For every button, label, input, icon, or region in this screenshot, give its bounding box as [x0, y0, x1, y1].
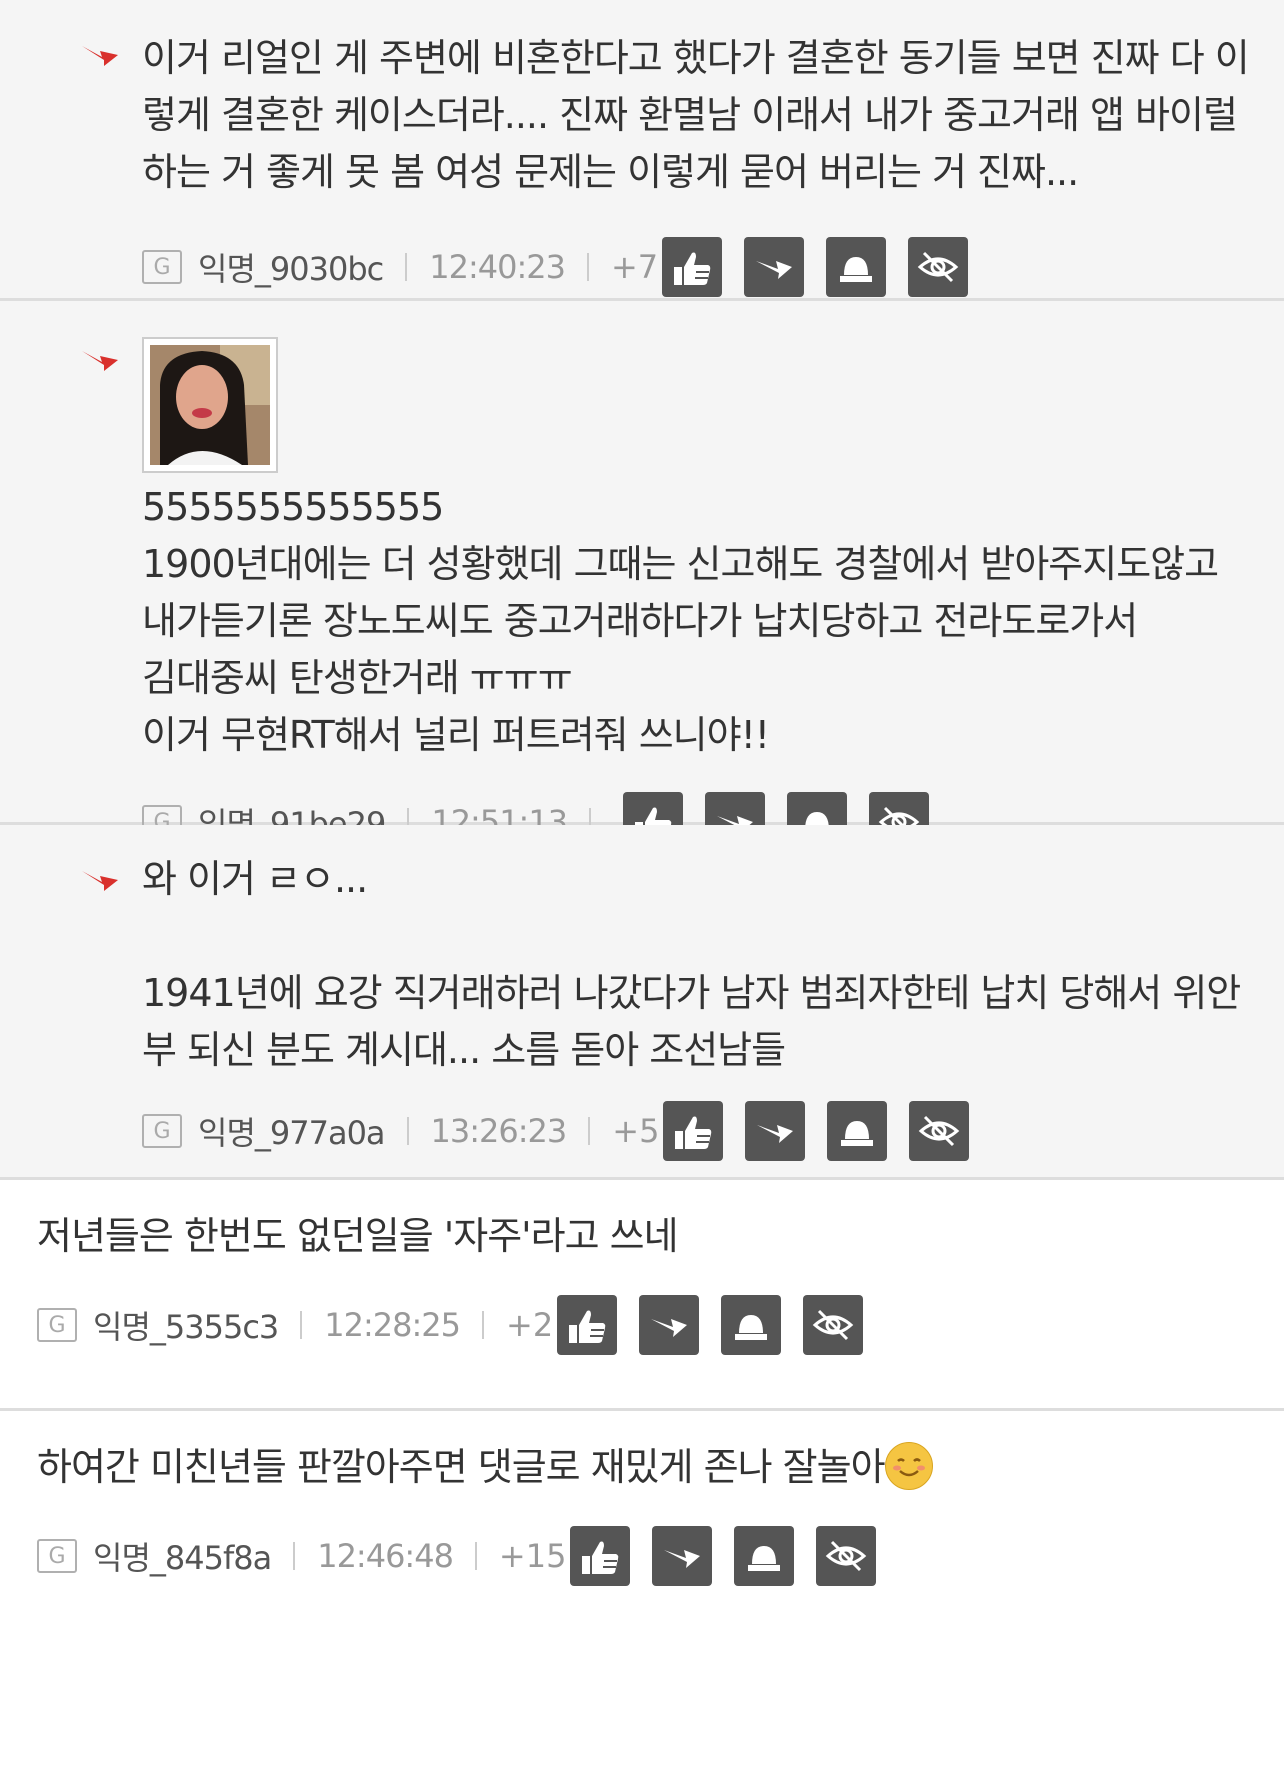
guest-badge: G — [37, 1539, 77, 1573]
comment-text: 저년들은 한번도 없던일을 '자주'라고 쓰네 — [37, 1214, 679, 1258]
hide-button[interactable] — [803, 1295, 864, 1355]
reply-arrow-icon — [82, 871, 118, 891]
like-count: +2 — [506, 1306, 554, 1344]
share-button[interactable] — [745, 1101, 806, 1161]
share-arrow-icon — [756, 261, 793, 279]
comment-text: 와 이거 ㄹㅇ... 1941년에 요강 직거래하러 나갔다가 남자 범죄자한테… — [142, 857, 1241, 1072]
comment-text: 이거 리얼인 게 주변에 비혼한다고 했다가 결혼한 동기들 보면 진짜 다 이… — [142, 36, 1250, 194]
divider — [406, 1117, 409, 1145]
report-button[interactable] — [826, 237, 887, 297]
comment-text-content: 하여간 미친년들 판깔아주면 댓글로 재밌게 존나 잘놀아 — [37, 1445, 886, 1489]
author-name[interactable]: 익명_9030bc — [198, 244, 384, 290]
divider — [405, 253, 408, 281]
comment-item: 저년들은 한번도 없던일을 '자주'라고 쓰네 G 익명_5355c3 12:2… — [0, 1180, 1284, 1411]
hide-button[interactable] — [816, 1526, 877, 1586]
like-button[interactable] — [662, 237, 723, 297]
comment-time: 12:46:48 — [317, 1537, 454, 1575]
comment-time: 12:28:25 — [324, 1306, 461, 1344]
author-name[interactable]: 익명_977a0a — [198, 1108, 386, 1154]
like-button[interactable] — [663, 1101, 724, 1161]
comment-meta: G 익명_845f8a 12:46:48 +15 — [37, 1526, 1284, 1586]
reply-arrow-icon — [82, 351, 118, 371]
comment-time: 13:26:23 — [430, 1112, 568, 1150]
comment-item: 이거 리얼인 게 주변에 비혼한다고 했다가 결혼한 동기들 보면 진짜 다 이… — [0, 0, 1284, 301]
divider — [482, 1311, 484, 1339]
comment-item: 5555555555555 1900년대에는 더 성황했데 그때는 신고해도 경… — [0, 301, 1284, 852]
comment-meta: G 익명_977a0a 13:26:23 +5 — [142, 1101, 1284, 1161]
comment-meta: G 익명_5355c3 12:28:25 +2 — [37, 1295, 1284, 1355]
divider — [300, 1311, 303, 1339]
guest-badge: G — [142, 250, 182, 284]
share-arrow-icon — [757, 1125, 794, 1143]
comment-item: 하여간 미친년들 판깔아주면 댓글로 재밌게 존나 잘놀아 G 익명_845f8… — [0, 1411, 1284, 1787]
thumbs-up-icon — [582, 1541, 619, 1574]
siren-icon — [735, 1315, 768, 1340]
comment-item: 와 이거 ㄹㅇ... 1941년에 요강 직거래하러 나갔다가 남자 범죄자한테… — [0, 825, 1284, 1180]
thumbs-up-icon — [569, 1310, 606, 1343]
like-count: +15 — [498, 1537, 567, 1575]
thumbs-up-icon — [674, 252, 711, 285]
share-arrow-icon — [664, 1550, 701, 1568]
report-button[interactable] — [827, 1101, 888, 1161]
share-button[interactable] — [652, 1526, 713, 1586]
divider — [586, 253, 589, 281]
siren-icon — [748, 1546, 781, 1571]
share-button[interactable] — [639, 1295, 700, 1355]
attached-image[interactable] — [142, 337, 278, 473]
comment-text: 5555555555555 1900년대에는 더 성황했데 그때는 신고해도 경… — [142, 485, 1219, 757]
eye-slash-icon — [919, 1115, 960, 1147]
like-button[interactable] — [557, 1295, 618, 1355]
guest-badge: G — [37, 1308, 77, 1342]
siren-icon — [840, 257, 873, 282]
comment-text: 하여간 미친년들 판깔아주면 댓글로 재밌게 존나 잘놀아 — [37, 1439, 1254, 1496]
hide-button[interactable] — [908, 237, 969, 297]
smiling-face-emoji — [884, 1441, 933, 1490]
eye-slash-icon — [917, 251, 959, 283]
eye-slash-icon — [826, 1540, 867, 1572]
thumbs-up-icon — [675, 1116, 712, 1149]
comment-meta: G 익명_9030bc 12:40:23 +7 — [142, 237, 1284, 297]
hide-button[interactable] — [909, 1101, 970, 1161]
share-arrow-icon — [651, 1319, 688, 1337]
like-button[interactable] — [570, 1526, 631, 1586]
attached-photo — [150, 345, 270, 465]
comment-time: 12:40:23 — [429, 248, 566, 286]
report-button[interactable] — [734, 1526, 795, 1586]
report-button[interactable] — [721, 1295, 782, 1355]
guest-badge: G — [142, 1114, 182, 1148]
divider — [293, 1542, 296, 1570]
divider — [474, 1542, 477, 1570]
reply-arrow-icon — [82, 46, 118, 66]
share-button[interactable] — [744, 237, 805, 297]
divider — [588, 1117, 591, 1145]
like-count: +7 — [610, 248, 659, 286]
author-name[interactable]: 익명_5355c3 — [93, 1302, 279, 1348]
like-count: +5 — [612, 1112, 660, 1150]
siren-icon — [841, 1121, 874, 1146]
author-name[interactable]: 익명_845f8a — [93, 1533, 272, 1579]
eye-slash-icon — [812, 1309, 854, 1341]
